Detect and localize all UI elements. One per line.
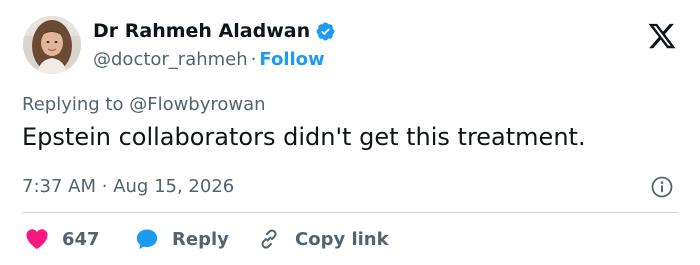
follow-button[interactable]: Follow: [259, 49, 324, 70]
replying-to-handle[interactable]: @Flowbyrowan: [129, 94, 265, 115]
x-logo-icon[interactable]: [646, 21, 678, 51]
separator-dot: ·: [250, 49, 257, 70]
tweet-date: Aug 15, 2026: [113, 176, 235, 197]
replying-to: Replying to @Flowbyrowan: [22, 94, 266, 115]
separator-dot: ·: [101, 176, 108, 197]
speech-bubble-icon: [135, 227, 159, 251]
copy-link-button[interactable]: Copy link: [257, 225, 389, 253]
author-display-name[interactable]: Dr Rahmeh Aladwan: [93, 20, 310, 42]
link-icon: [257, 227, 281, 251]
author-name-row: Dr Rahmeh Aladwan: [93, 20, 336, 42]
copy-link-label: Copy link: [295, 228, 389, 250]
tweet-timestamp[interactable]: 7:37 AM · Aug 15, 2026: [22, 176, 234, 197]
author-handle[interactable]: @doctor_rahmeh: [93, 49, 248, 70]
info-icon[interactable]: [651, 176, 673, 198]
tweet-time: 7:37 AM: [22, 176, 96, 197]
like-button[interactable]: 647: [25, 225, 100, 253]
replying-to-label: Replying to: [22, 94, 124, 115]
like-count: 647: [62, 228, 100, 250]
avatar[interactable]: [23, 16, 81, 74]
reply-button[interactable]: Reply: [135, 225, 229, 253]
verified-badge-icon: [315, 21, 336, 42]
tweet-text: Epstein collaborators didn't get this tr…: [22, 123, 586, 151]
reply-label: Reply: [172, 228, 229, 250]
tweet-card: Dr Rahmeh Aladwan @doctor_rahmeh · Follow …: [0, 0, 700, 265]
heart-icon: [25, 228, 49, 250]
divider: [22, 212, 678, 213]
author-handle-row: @doctor_rahmeh · Follow: [93, 49, 325, 70]
